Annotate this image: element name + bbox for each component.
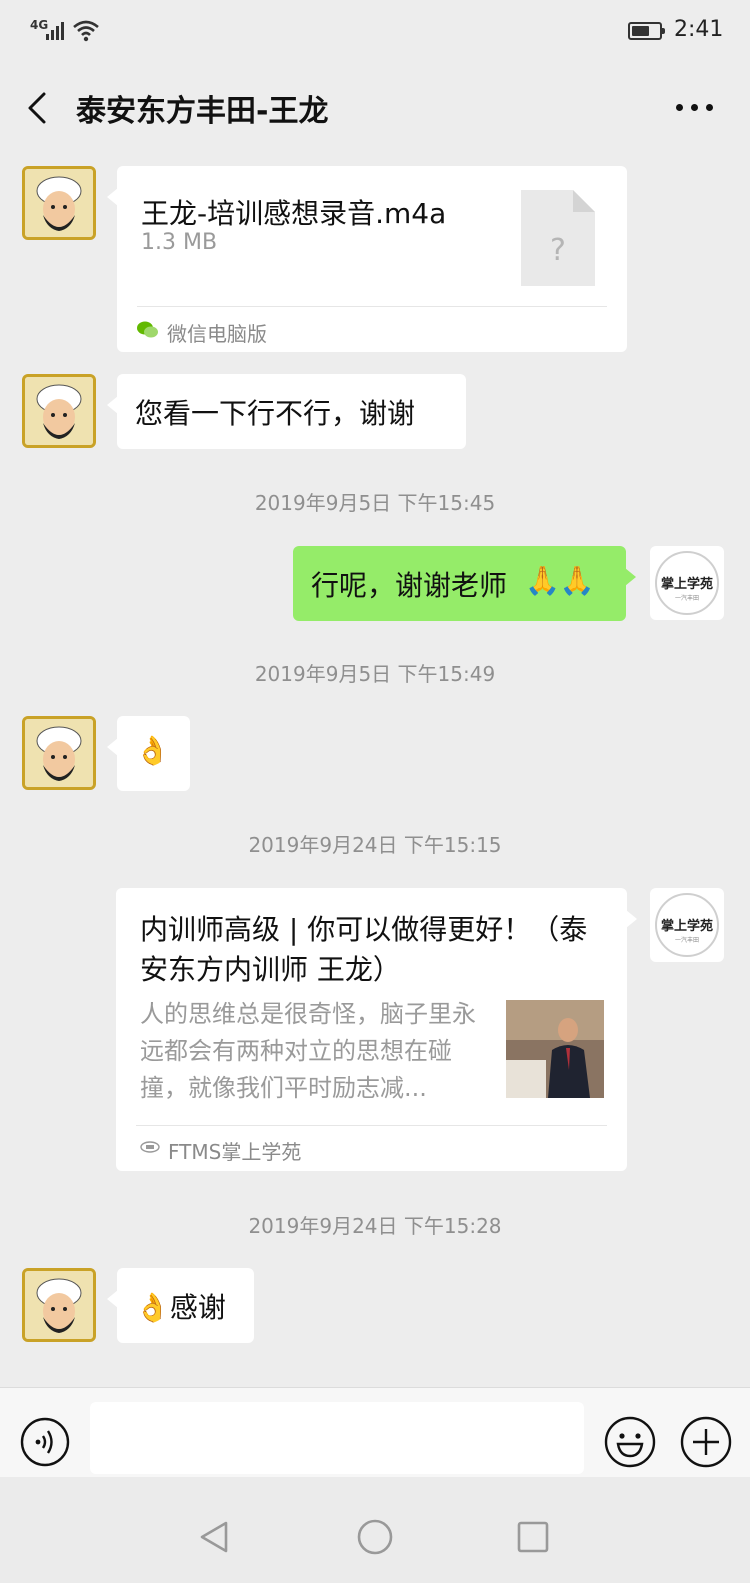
message-input[interactable] — [90, 1402, 584, 1474]
contact-avatar[interactable] — [22, 716, 96, 790]
signal-icon — [46, 22, 68, 40]
article-source: FTMS掌上学苑 — [168, 1140, 302, 1164]
cartoon-avatar-icon — [25, 1271, 93, 1339]
card-divider — [136, 1125, 607, 1126]
clock: 2:41 — [674, 17, 724, 42]
self-avatar[interactable]: 掌上学苑 一汽丰田 — [650, 888, 724, 962]
text-message[interactable]: 您看一下行不行，谢谢 — [107, 374, 466, 449]
chat-title: 泰安东方丰田-王龙 — [76, 94, 329, 129]
message-text: 行呢，谢谢老师 — [311, 569, 508, 602]
self-avatar[interactable]: 掌上学苑 一汽丰田 — [650, 546, 724, 620]
timestamp: 2019年9月24日 下午15:28 — [248, 1214, 502, 1238]
ftms-icon — [140, 1141, 160, 1153]
file-message[interactable]: 王龙-培训感想录音.m4a 1.3 MB ? 微信电脑版 — [107, 166, 627, 352]
file-name: 王龙-培训感想录音.m4a — [141, 197, 447, 230]
svg-text:?: ? — [550, 233, 566, 268]
ok-hand-emoji: 👌 — [135, 734, 170, 767]
system-home-icon[interactable] — [356, 1518, 394, 1556]
system-recent-apps-icon[interactable] — [516, 1520, 550, 1554]
contact-avatar[interactable] — [22, 374, 96, 448]
cartoon-avatar-icon — [25, 719, 93, 787]
timestamp: 2019年9月5日 下午15:49 — [254, 662, 496, 686]
plus-icon[interactable] — [680, 1416, 732, 1468]
praying-hands-emoji: 🙏🙏 — [525, 564, 595, 597]
more-options-icon[interactable] — [676, 102, 716, 114]
brand-logo: 掌上学苑 一汽丰田 — [655, 893, 719, 957]
brand-logo: 掌上学苑 一汽丰田 — [655, 551, 719, 615]
file-size: 1.3 MB — [141, 230, 218, 255]
wechat-icon — [137, 321, 158, 338]
battery-level — [632, 26, 649, 36]
cartoon-avatar-icon — [25, 169, 93, 237]
file-source: 微信电脑版 — [167, 322, 267, 346]
contact-avatar[interactable] — [22, 1268, 96, 1342]
system-back-icon[interactable] — [196, 1519, 232, 1555]
back-arrow-icon[interactable] — [22, 88, 58, 128]
emoji-message[interactable]: 👌 — [107, 716, 190, 791]
article-card[interactable]: 内训师高级 | 你可以做得更好！（泰安东方内训师 王龙） 人的思维总是很奇怪，脑… — [116, 888, 637, 1171]
file-unknown-icon: ? — [521, 190, 595, 286]
contact-avatar[interactable] — [22, 166, 96, 240]
emoji-icon[interactable] — [604, 1416, 656, 1468]
text-message[interactable]: 👌感谢 — [107, 1268, 254, 1343]
article-title: 内训师高级 | 你可以做得更好！（泰安东方内训师 王龙） — [140, 913, 588, 986]
message-text: 您看一下行不行，谢谢 — [135, 397, 416, 430]
cartoon-avatar-icon — [25, 377, 93, 445]
card-divider — [137, 306, 607, 307]
article-description: 人的思维总是很奇怪，脑子里永远都会有两种对立的思想在碰撞，就像我们平时励志减..… — [140, 1000, 476, 1102]
timestamp: 2019年9月5日 下午15:45 — [254, 491, 496, 515]
wifi-icon — [73, 20, 99, 42]
timestamp: 2019年9月24日 下午15:15 — [248, 833, 502, 857]
battery-icon — [628, 22, 665, 40]
message-text: 👌感谢 — [135, 1291, 226, 1324]
voice-input-icon[interactable] — [20, 1417, 70, 1467]
self-text-message[interactable]: 行呢，谢谢老师 🙏🙏 — [293, 546, 636, 621]
article-thumbnail — [506, 1000, 604, 1098]
